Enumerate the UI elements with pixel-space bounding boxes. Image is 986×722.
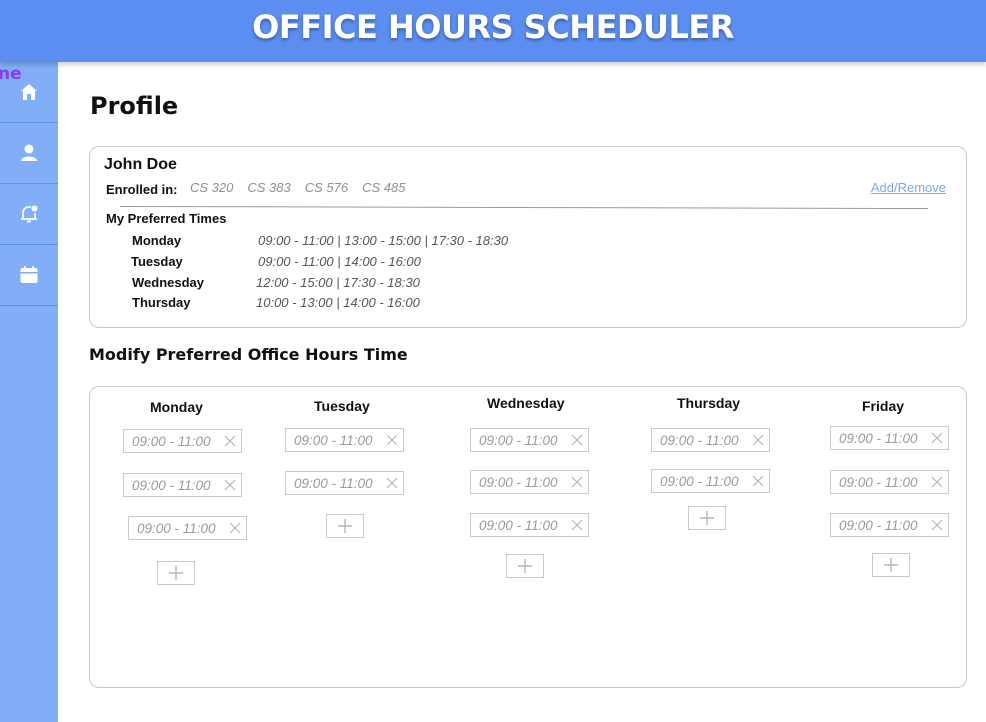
app-header: OFFICE HOURS SCHEDULER	[0, 0, 986, 62]
time-slot-value: 09:00 - 11:00	[839, 430, 918, 446]
time-slot[interactable]: 09:00 - 11:00	[285, 471, 404, 495]
remove-slot-icon[interactable]	[386, 434, 398, 446]
time-slot[interactable]: 09:00 - 11:00	[128, 516, 247, 540]
preferred-day: Wednesday	[132, 275, 205, 290]
time-slot-value: 09:00 - 11:00	[660, 432, 739, 448]
remove-slot-icon[interactable]	[386, 477, 398, 489]
time-slot-value: 09:00 - 11:00	[839, 474, 918, 490]
remove-slot-icon[interactable]	[931, 432, 943, 444]
time-slot-value: 09:00 - 11:00	[479, 517, 558, 533]
course-tag: CS 485	[362, 180, 406, 195]
sidebar-item-notifications[interactable]	[0, 184, 58, 245]
add-slot-button-friday[interactable]	[872, 553, 910, 577]
remove-slot-icon[interactable]	[752, 434, 764, 446]
course-list: CS 320 CS 383 CS 576 CS 485	[190, 180, 420, 195]
course-tag: CS 576	[304, 180, 349, 195]
time-slot[interactable]: 09:00 - 11:00	[651, 428, 770, 452]
day-heading-friday: Friday	[862, 398, 905, 414]
home-icon	[21, 84, 37, 100]
preferred-times: 10:00 - 13:00 | 14:00 - 16:00	[256, 295, 420, 310]
plus-icon	[700, 511, 714, 525]
time-slot[interactable]: 09:00 - 11:00	[830, 426, 949, 450]
preferred-times: 12:00 - 15:00 | 17:30 - 18:30	[256, 275, 420, 290]
time-slot[interactable]: 09:00 - 11:00	[651, 469, 770, 493]
sidebar: ne	[0, 62, 58, 722]
day-heading-thursday: Thursday	[677, 395, 741, 411]
course-tag: CS 320	[190, 180, 234, 195]
sidebar-item-home[interactable]	[0, 62, 58, 123]
plus-icon	[169, 566, 183, 580]
remove-slot-icon[interactable]	[571, 434, 583, 446]
day-heading-monday: Monday	[150, 399, 203, 415]
time-slot-value: 09:00 - 11:00	[294, 432, 373, 448]
page-title: Profile	[90, 92, 179, 120]
preferred-day: Monday	[132, 233, 182, 248]
time-slot-value: 09:00 - 11:00	[479, 474, 558, 490]
remove-slot-icon[interactable]	[229, 522, 241, 534]
user-name: John Doe	[104, 156, 177, 173]
bell-icon	[21, 205, 38, 223]
calendar-icon	[20, 266, 38, 283]
remove-slot-icon[interactable]	[931, 476, 943, 488]
time-slot[interactable]: 09:00 - 11:00	[470, 470, 589, 494]
day-heading-wednesday: Wednesday	[487, 395, 565, 411]
preferred-day: Tuesday	[131, 254, 183, 269]
divider	[120, 205, 928, 210]
time-slot-value: 09:00 - 11:00	[839, 517, 918, 533]
remove-slot-icon[interactable]	[224, 435, 236, 447]
app-title: OFFICE HOURS SCHEDULER	[252, 8, 734, 46]
day-heading-tuesday: Tuesday	[314, 398, 370, 414]
plus-icon	[518, 559, 532, 573]
time-slot[interactable]: 09:00 - 11:00	[470, 513, 589, 537]
sidebar-item-profile[interactable]	[0, 123, 58, 184]
remove-slot-icon[interactable]	[752, 475, 764, 487]
time-slot[interactable]: 09:00 - 11:00	[470, 428, 589, 452]
user-icon	[21, 144, 37, 161]
time-slot-value: 09:00 - 11:00	[479, 432, 558, 448]
remove-slot-icon[interactable]	[224, 479, 236, 491]
time-slot-value: 09:00 - 11:00	[294, 475, 373, 491]
add-slot-button-tuesday[interactable]	[326, 514, 364, 538]
add-slot-button-thursday[interactable]	[688, 506, 726, 530]
modify-section-title: Modify Preferred Office Hours Time	[89, 345, 408, 364]
course-tag: CS 383	[247, 180, 291, 195]
time-slot-value: 09:00 - 11:00	[137, 520, 216, 536]
profile-card: John Doe Enrolled in: CS 320 CS 383 CS 5…	[89, 146, 967, 328]
remove-slot-icon[interactable]	[931, 519, 943, 531]
remove-slot-icon[interactable]	[571, 476, 583, 488]
sidebar-item-calendar[interactable]	[0, 245, 58, 306]
remove-slot-icon[interactable]	[571, 519, 583, 531]
preferred-times: 09:00 - 11:00 | 13:00 - 15:00 | 17:30 - …	[258, 233, 509, 248]
modify-hours-card: Monday 09:00 - 11:00 09:00 - 11:00 09:00…	[89, 386, 967, 688]
time-slot[interactable]: 09:00 - 11:00	[123, 429, 242, 453]
plus-icon	[338, 519, 352, 533]
time-slot[interactable]: 09:00 - 11:00	[123, 473, 242, 497]
preferred-times: 09:00 - 11:00 | 14:00 - 16:00	[258, 254, 421, 269]
time-slot-value: 09:00 - 11:00	[660, 473, 739, 489]
plus-icon	[884, 558, 898, 572]
preferred-times-title: My Preferred Times	[106, 211, 227, 226]
preferred-day: Thursday	[132, 295, 191, 310]
time-slot-value: 09:00 - 11:00	[132, 477, 211, 493]
add-slot-button-monday[interactable]	[157, 561, 195, 585]
time-slot-value: 09:00 - 11:00	[132, 433, 211, 449]
time-slot[interactable]: 09:00 - 11:00	[830, 470, 949, 494]
add-remove-courses-link[interactable]: Add/Remove	[871, 180, 946, 195]
time-slot[interactable]: 09:00 - 11:00	[285, 428, 404, 452]
time-slot[interactable]: 09:00 - 11:00	[830, 513, 949, 537]
enrolled-label: Enrolled in:	[106, 182, 178, 197]
add-slot-button-wednesday[interactable]	[506, 554, 544, 578]
